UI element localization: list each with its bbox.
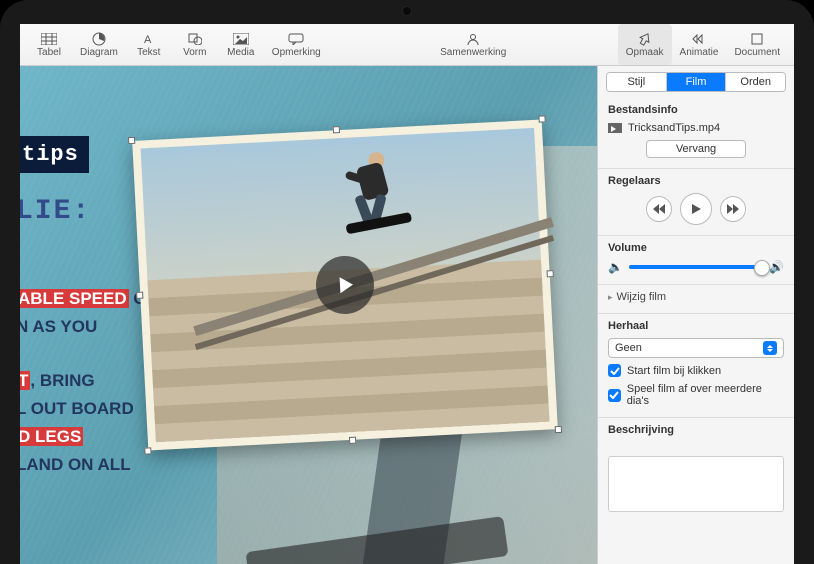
toolbar-media-label: Media [227,47,254,58]
toolbar-tekst-label: Tekst [137,47,160,58]
toolbar-opmerking-label: Opmerking [272,47,321,58]
laptop-camera [402,6,412,16]
slide-subhead: LIE: [20,196,91,227]
toolbar: Tabel Diagram A Tekst Vorm Media Opmerki… [20,24,794,66]
volume-high-icon: 🔊 [769,260,784,274]
toolbar-vorm-label: Vorm [183,47,206,58]
toolbar-document[interactable]: Document [726,24,788,65]
herhaal-header: Herhaal [608,320,784,332]
section-regelaars: Regelaars [598,169,794,236]
toolbar-opmerking[interactable]: Opmerking [264,24,329,65]
format-icon [636,32,654,46]
toolbar-tabel-label: Tabel [37,47,61,58]
herhaal-select[interactable]: Geen [608,338,784,358]
text-icon: A [140,32,158,46]
section-beschrijving: Beschrijving [598,418,794,452]
select-arrows-icon [763,341,777,355]
regelaars-header: Regelaars [608,175,784,187]
table-icon [40,32,58,46]
animate-icon [690,32,708,46]
toolbar-diagram[interactable]: Diagram [72,24,126,65]
resize-handle[interactable] [128,137,135,144]
checkbox-speel-meerdere[interactable] [608,389,621,402]
filename: TricksandTips.mp4 [628,122,720,134]
tab-orden[interactable]: Orden [725,73,785,91]
slide-title: tips [20,136,89,173]
resize-handle[interactable] [555,426,562,433]
toolbar-tabel[interactable]: Tabel [26,24,72,65]
resize-handle[interactable] [538,115,545,122]
beschrijving-header: Beschrijving [608,424,784,436]
video-object[interactable] [132,119,558,450]
collab-icon [464,32,482,46]
inspector-panel: Stijl Film Orden Bestandsinfo TricksandT… [597,66,794,564]
toolbar-diagram-label: Diagram [80,47,118,58]
tab-film[interactable]: Film [666,73,726,91]
bestandsinfo-header: Bestandsinfo [608,104,784,116]
resize-handle[interactable] [136,292,143,299]
toolbar-tekst[interactable]: A Tekst [126,24,172,65]
movie-icon [608,123,622,133]
volume-low-icon: 🔈 [608,260,623,274]
beschrijving-textarea[interactable] [608,456,784,512]
toolbar-media[interactable]: Media [218,24,264,65]
toolbar-opmaak-label: Opmaak [626,47,664,58]
volume-header: Volume [608,242,784,254]
document-icon [748,32,766,46]
resize-handle[interactable] [144,447,151,454]
media-icon [232,32,250,46]
inspector-tabs: Stijl Film Orden [606,72,786,92]
chevron-right-icon: ▸ [608,292,613,303]
comment-icon [287,32,305,46]
toolbar-document-label: Document [734,47,780,58]
svg-text:A: A [144,34,152,45]
herhaal-value: Geen [615,342,642,354]
checkbox-start-klik[interactable] [608,364,621,377]
slide-canvas[interactable]: tips LIE: ABLE SPEED CAN N AS YOU T, BRI… [20,66,597,564]
resize-handle[interactable] [333,126,340,133]
volume-slider[interactable] [629,265,763,269]
resize-handle[interactable] [547,270,554,277]
shape-icon [186,32,204,46]
wijzig-film-disclosure[interactable]: ▸ Wijzig film [608,291,784,303]
toolbar-animatie-label: Animatie [680,47,719,58]
rewind-button[interactable] [646,196,672,222]
toolbar-vorm[interactable]: Vorm [172,24,218,65]
tab-stijl[interactable]: Stijl [607,73,666,91]
section-bestandsinfo: Bestandsinfo TricksandTips.mp4 Vervang [598,98,794,169]
section-herhaal: Herhaal Geen Start film bij klikken Spee… [598,314,794,418]
toolbar-samenwerking-label: Samenwerking [440,47,506,58]
resize-handle[interactable] [349,437,356,444]
toolbar-opmaak[interactable]: Opmaak [618,24,672,65]
label-start-klik: Start film bij klikken [627,365,721,377]
forward-button[interactable] [720,196,746,222]
vervang-button[interactable]: Vervang [646,140,746,158]
toolbar-samenwerking[interactable]: Samenwerking [432,24,514,65]
section-wijzig-film: ▸ Wijzig film [598,285,794,314]
toolbar-animatie[interactable]: Animatie [672,24,727,65]
play-button[interactable] [680,193,712,225]
chart-icon [90,32,108,46]
video-thumbnail [141,128,550,442]
label-speel-meerdere: Speel film af over meerdere dia's [627,383,784,407]
section-volume: Volume 🔈 🔊 [598,236,794,285]
